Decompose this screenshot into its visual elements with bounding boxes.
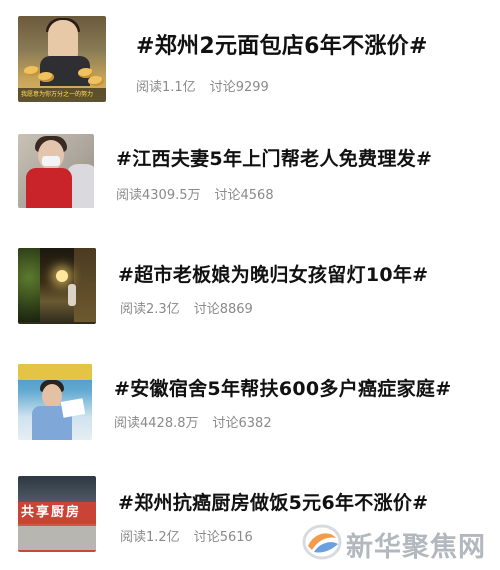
xinhua-logo-icon [302, 524, 342, 560]
topic-thumbnail[interactable] [18, 364, 92, 440]
topic-stats: 阅读1.2亿 讨论5616 [120, 526, 253, 545]
topic-item-zhengzhou-bread[interactable]: 我愿意为你万分之一的努力 #郑州2元面包店6年不涨价# 阅读1.1亿 讨论9299 [0, 0, 500, 110]
discuss-count: 讨论8869 [193, 302, 253, 317]
topic-title[interactable]: #超市老板娘为晚归女孩留灯10年# [118, 260, 428, 287]
read-count: 阅读4428.8万 [114, 416, 199, 431]
xinhua-watermark: 新华聚焦网 [302, 522, 498, 563]
topic-thumbnail[interactable]: 共享厨房 [18, 476, 96, 552]
discuss-count: 讨论6382 [212, 416, 272, 431]
topic-title[interactable]: #安徽宿舍5年帮扶600多户癌症家庭# [114, 374, 451, 401]
topic-stats: 阅读4309.5万 讨论4568 [116, 184, 274, 203]
read-count: 阅读2.3亿 [120, 302, 180, 317]
discuss-count: 讨论4568 [214, 188, 274, 203]
topic-title[interactable]: #郑州2元面包店6年不涨价# [136, 28, 428, 60]
read-count: 阅读1.2亿 [120, 530, 180, 545]
thumbnail-sign: 共享厨房 [18, 502, 96, 524]
discuss-count: 讨论9299 [209, 80, 269, 95]
read-count: 阅读4309.5万 [116, 188, 201, 203]
topic-item-anhui-dormitory[interactable]: #安徽宿舍5年帮扶600多户癌症家庭# 阅读4428.8万 讨论6382 [0, 352, 500, 456]
topic-thumbnail[interactable] [18, 248, 96, 324]
thumbnail-caption: 我愿意为你万分之一的努力 [18, 88, 106, 102]
topic-stats: 阅读4428.8万 讨论6382 [114, 412, 272, 431]
topic-title[interactable]: #江西夫妻5年上门帮老人免费理发# [116, 144, 432, 171]
topic-stats: 阅读1.1亿 讨论9299 [136, 76, 269, 95]
topic-title[interactable]: #郑州抗癌厨房做饭5元6年不涨价# [118, 488, 428, 515]
watermark-text: 新华聚焦网 [346, 532, 486, 563]
topic-item-supermarket-light[interactable]: #超市老板娘为晚归女孩留灯10年# 阅读2.3亿 讨论8869 [0, 236, 500, 340]
topic-item-jiangxi-haircut[interactable]: #江西夫妻5年上门帮老人免费理发# 阅读4309.5万 讨论4568 [0, 120, 500, 224]
topic-thumbnail[interactable] [18, 134, 94, 208]
read-count: 阅读1.1亿 [136, 80, 196, 95]
discuss-count: 讨论5616 [193, 530, 253, 545]
topic-thumbnail[interactable]: 我愿意为你万分之一的努力 [18, 16, 106, 102]
topic-stats: 阅读2.3亿 讨论8869 [120, 298, 253, 317]
